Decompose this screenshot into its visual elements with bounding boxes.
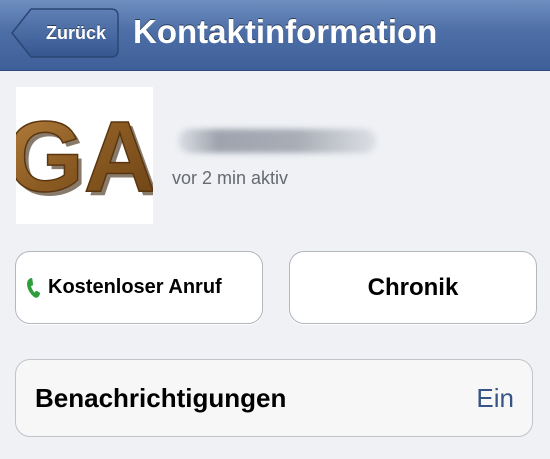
phone-icon (27, 277, 41, 298)
notifications-row[interactable]: Benachrichtigungen Ein (15, 359, 533, 437)
page-title: Kontaktinformation (133, 13, 438, 50)
avatar-logo-image: GA GA (16, 100, 153, 217)
chronik-button[interactable]: Chronik (289, 251, 537, 324)
back-button-label: Zurück (45, 22, 106, 43)
free-call-button[interactable]: Kostenloser Anruf (15, 251, 263, 324)
back-button[interactable]: Zurück (11, 8, 119, 58)
svg-text:GA: GA (16, 101, 153, 213)
free-call-label: Kostenloser Anruf (48, 276, 222, 298)
notifications-value: Ein (476, 382, 514, 413)
avatar[interactable]: GA GA (16, 87, 153, 224)
contact-name-redacted (178, 129, 376, 153)
free-call-button-content: Kostenloser Anruf (26, 252, 222, 323)
last-active-status: vor 2 min aktiv (172, 168, 289, 188)
navigation-bar: Zurück Kontaktinformation (0, 0, 550, 71)
chronik-label: Chronik (367, 273, 459, 301)
notifications-label: Benachrichtigungen (35, 382, 287, 413)
